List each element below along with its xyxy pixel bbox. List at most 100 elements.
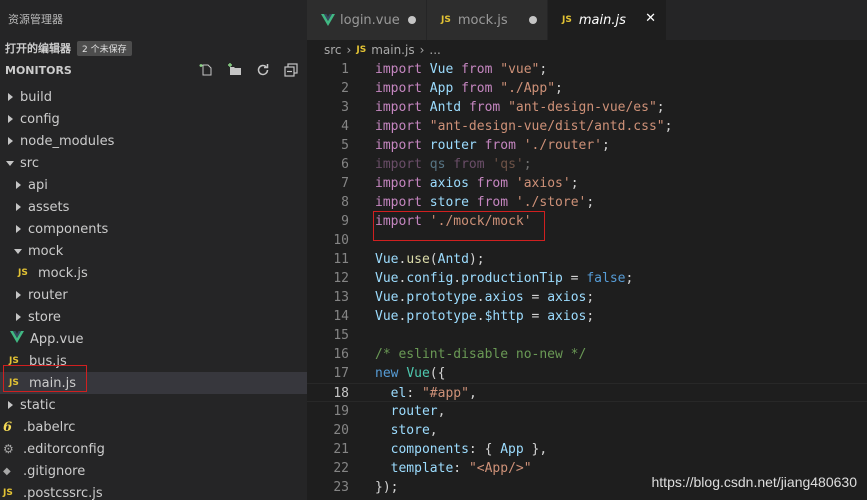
- tree-item-babelrc[interactable]: 6 .babelrc: [0, 416, 307, 438]
- tree-item-store[interactable]: store: [0, 306, 307, 328]
- tree-item-node-modules[interactable]: node_modules: [0, 130, 307, 152]
- code-token: import: [375, 119, 422, 134]
- tree-item-editorconfig[interactable]: ⚙ .editorconfig: [0, 438, 307, 460]
- tree-item-main-js[interactable]: JS main.js: [0, 372, 307, 394]
- code-token: axios: [484, 290, 524, 305]
- tab-main-js[interactable]: JS main.js ✕: [548, 0, 667, 40]
- tree-item-label: router: [28, 287, 68, 303]
- folder-header[interactable]: MONITORS: [0, 58, 307, 82]
- code-token: router: [375, 404, 438, 419]
- vue-file-icon: [321, 14, 335, 26]
- close-icon[interactable]: ✕: [645, 11, 656, 26]
- code-token: ;: [656, 100, 665, 115]
- code-line[interactable]: 5 import router from './router';: [307, 136, 867, 155]
- code-line[interactable]: 3 import Antd from "ant-design-vue/es";: [307, 98, 867, 117]
- code-line[interactable]: 6 import qs from 'qs';: [307, 155, 867, 174]
- tree-item-api[interactable]: api: [0, 174, 307, 196]
- tree-item-build[interactable]: build: [0, 86, 307, 108]
- tree-item-bus-js[interactable]: JS bus.js: [0, 350, 307, 372]
- code-line[interactable]: 19 router,: [307, 402, 867, 421]
- chevron-right-icon: [13, 180, 23, 190]
- code-line[interactable]: 2 import App from "./App";: [307, 79, 867, 98]
- code-token: Vue: [421, 62, 462, 77]
- code-line[interactable]: 9 import './mock/mock': [307, 212, 867, 231]
- tree-item-components[interactable]: components: [0, 218, 307, 240]
- unsaved-dot-icon[interactable]: [529, 16, 537, 24]
- code-line[interactable]: 15: [307, 326, 867, 345]
- tree-item-gitignore[interactable]: ◆ .gitignore: [0, 460, 307, 482]
- line-number: 18: [333, 386, 349, 401]
- new-file-icon[interactable]: [197, 61, 217, 79]
- code-token: './mock/mock': [429, 214, 532, 229]
- tree-item-app-vue[interactable]: App.vue: [0, 328, 307, 350]
- code-token: import: [375, 81, 422, 96]
- code-line[interactable]: 8 import store from './store';: [307, 193, 867, 212]
- code-token: :: [453, 461, 469, 476]
- code-line[interactable]: 17 new Vue({: [307, 364, 867, 383]
- line-number: 5: [341, 138, 349, 153]
- tree-item-src[interactable]: src: [0, 152, 307, 174]
- code-line[interactable]: 21 components: { App },: [307, 440, 867, 459]
- code-token: template: [375, 461, 454, 476]
- code-line[interactable]: 4 import "ant-design-vue/dist/antd.css";: [307, 117, 867, 136]
- code-editor[interactable]: 1 import Vue from "vue"; 2 import App from …: [307, 60, 867, 497]
- collapse-all-icon[interactable]: [281, 61, 301, 79]
- unsaved-dot-icon[interactable]: [408, 16, 416, 24]
- line-number: 12: [333, 271, 349, 286]
- code-token: ;: [586, 309, 595, 324]
- code-token: Vue: [375, 271, 399, 286]
- code-token: Vue: [375, 309, 399, 324]
- code-token: Vue: [406, 366, 430, 381]
- open-editors-section[interactable]: 打开的编辑器 2 个未保存: [0, 39, 307, 57]
- code-line[interactable]: 16 /* eslint-disable no-new */: [307, 345, 867, 364]
- file-tree: build config node_modules src api assets…: [0, 86, 307, 500]
- tab-mock-js[interactable]: JS mock.js: [427, 0, 548, 40]
- tree-item-static[interactable]: static: [0, 394, 307, 416]
- tree-item-label: .postcssrc.js: [23, 485, 103, 500]
- code-line[interactable]: 18 el: "#app",: [307, 383, 867, 402]
- tree-item-postcssrc-js[interactable]: JS .postcssrc.js: [0, 482, 307, 500]
- code-text: import store from './store';: [375, 193, 594, 212]
- breadcrumb-file[interactable]: main.js: [371, 43, 414, 57]
- code-text: router,: [375, 402, 446, 421]
- code-text: Vue.prototype.axios = axios;: [375, 288, 594, 307]
- tree-item-config[interactable]: config: [0, 108, 307, 130]
- tree-item-label: mock: [28, 243, 64, 259]
- tree-item-label: config: [20, 111, 60, 127]
- code-line[interactable]: 13 Vue.prototype.axios = axios;: [307, 288, 867, 307]
- tab-login-vue[interactable]: login.vue: [307, 0, 427, 40]
- git-file-icon: ◆: [3, 465, 11, 477]
- code-token: 'qs': [492, 157, 524, 172]
- breadcrumb-more[interactable]: ...: [429, 43, 440, 57]
- tree-item-assets[interactable]: assets: [0, 196, 307, 218]
- code-token: App: [421, 81, 462, 96]
- tree-item-router[interactable]: router: [0, 284, 307, 306]
- code-token: :: [406, 386, 422, 401]
- code-line[interactable]: 14 Vue.prototype.$http = axios;: [307, 307, 867, 326]
- code-token: components: [375, 442, 469, 457]
- breadcrumb-folder[interactable]: src: [324, 43, 342, 57]
- code-token: from: [468, 100, 501, 115]
- code-line[interactable]: 7 import axios from 'axios';: [307, 174, 867, 193]
- new-folder-icon[interactable]: [225, 61, 245, 79]
- js-file-icon: JS: [9, 378, 19, 388]
- tree-item-mock[interactable]: mock: [0, 240, 307, 262]
- chevron-right-icon: ›: [346, 43, 352, 57]
- refresh-icon[interactable]: [253, 61, 273, 79]
- code-line[interactable]: 12 Vue.config.productionTip = false;: [307, 269, 867, 288]
- code-line[interactable]: 1 import Vue from "vue";: [307, 60, 867, 79]
- code-token: "<App/>": [468, 461, 532, 476]
- code-line[interactable]: 20 store,: [307, 421, 867, 440]
- tab-label: login.vue: [340, 12, 400, 28]
- js-file-icon: JS: [18, 268, 28, 278]
- code-text: Vue.prototype.$http = axios;: [375, 307, 594, 326]
- code-line[interactable]: 11 Vue.use(Antd);: [307, 250, 867, 269]
- tab-label: main.js: [578, 12, 626, 28]
- code-token: Antd: [421, 100, 469, 115]
- tree-item-mock-js[interactable]: JS mock.js: [0, 262, 307, 284]
- code-line[interactable]: 10: [307, 231, 867, 250]
- tree-item-label: main.js: [29, 375, 76, 391]
- line-number: 13: [333, 290, 349, 305]
- line-number: 10: [333, 233, 349, 248]
